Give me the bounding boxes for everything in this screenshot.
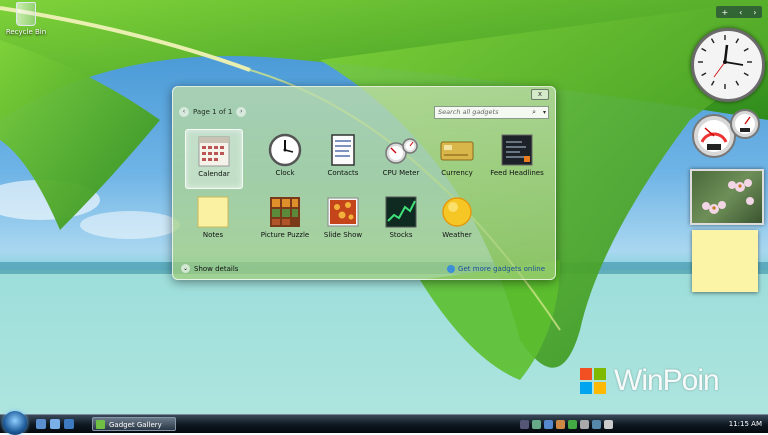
clock-icon [268, 133, 302, 167]
cpu-meter-icon [384, 133, 418, 167]
sidebar-controls: + ‹ › [716, 6, 762, 18]
recycle-bin-label: Recycle Bin [5, 28, 47, 36]
clock-face-icon [698, 35, 752, 89]
clock-gadget[interactable] [691, 28, 765, 102]
tray-icon[interactable] [520, 419, 529, 429]
page-indicator: Page 1 of 1 [193, 108, 233, 116]
gadget-notes[interactable]: Notes [185, 191, 241, 249]
flower-photo-icon [702, 179, 754, 214]
gadget-label: Calendar [198, 170, 230, 178]
previous-page-button[interactable]: ‹ [739, 8, 742, 17]
watermark-text: WinPoin [614, 364, 720, 397]
gallery-footer: ⌄ Show details Get more gadgets online [181, 264, 545, 273]
gadget-label: Notes [202, 231, 224, 239]
cpu-meter-gadget[interactable] [690, 108, 762, 160]
chevron-down-icon: ⌄ [181, 264, 190, 273]
gadget-label: Slide Show [323, 231, 363, 239]
gadget-cpu-meter[interactable]: CPU Meter [373, 129, 429, 187]
browser-icon[interactable] [64, 419, 74, 429]
contacts-icon [326, 133, 360, 167]
search-icon[interactable]: ⌕ [532, 107, 536, 118]
gadget-label: Stocks [389, 231, 413, 239]
weather-icon [440, 195, 474, 229]
calendar-icon [197, 134, 231, 168]
notes-icon [196, 195, 230, 229]
search-box[interactable]: Search all gadgets ⌕ ▾ [434, 105, 549, 119]
taskbar-item-gadget-gallery[interactable]: Gadget Gallery [92, 417, 176, 431]
recycle-bin-icon [16, 2, 36, 26]
gadget-feed-headlines[interactable]: Feed Headlines [489, 129, 545, 187]
volume-icon[interactable] [604, 419, 613, 429]
watermark: WinPoin [578, 364, 720, 398]
get-more-gadgets-link[interactable]: Get more gadgets online [447, 264, 545, 273]
gadget-label: Clock [275, 169, 295, 177]
gadget-gallery-window: x ‹ Page 1 of 1 › Search all gadgets ⌕ ▾ [172, 86, 556, 280]
gadget-weather[interactable]: Weather [429, 191, 485, 249]
gadget-grid: Calendar Clock Contacts CPU Meter Curren… [183, 129, 545, 249]
feed-headlines-icon [500, 133, 534, 167]
gadget-gallery-icon [96, 420, 105, 429]
gadget-calendar[interactable]: Calendar [185, 129, 243, 189]
gadget-label: CPU Meter [382, 169, 420, 177]
gadget-label: Currency [441, 169, 473, 177]
show-details-label: Show details [194, 264, 239, 273]
cpu-meter-icon [692, 109, 760, 158]
gadget-contacts[interactable]: Contacts [315, 129, 371, 187]
start-button[interactable] [3, 411, 27, 435]
gadget-picture-puzzle[interactable]: Picture Puzzle [257, 191, 313, 249]
get-more-label: Get more gadgets online [458, 264, 545, 273]
next-page-button[interactable]: › [753, 8, 756, 17]
windows-flag-icon [578, 366, 608, 396]
chevron-down-icon[interactable]: ▾ [543, 107, 546, 118]
stocks-icon [384, 195, 418, 229]
notes-gadget[interactable] [692, 230, 758, 292]
gadget-currency[interactable]: Currency [429, 129, 485, 187]
add-gadget-button[interactable]: + [721, 8, 728, 17]
gadget-label: Picture Puzzle [260, 231, 310, 239]
currency-icon [440, 133, 474, 167]
taskbar-item-label: Gadget Gallery [109, 421, 162, 429]
gadget-label: Contacts [327, 169, 359, 177]
gadget-label: Feed Headlines [490, 169, 544, 177]
tray-icon[interactable] [532, 419, 541, 429]
slide-show-gadget[interactable] [690, 169, 764, 225]
tray-icon[interactable] [580, 419, 589, 429]
taskbar: Gadget Gallery 11:15 AM [0, 411, 768, 435]
show-details-button[interactable]: ⌄ Show details [181, 264, 238, 273]
prev-page-button[interactable]: ‹ [179, 107, 189, 117]
search-input[interactable]: Search all gadgets [438, 108, 499, 116]
gadget-clock[interactable]: Clock [257, 129, 313, 187]
gadget-stocks[interactable]: Stocks [373, 191, 429, 249]
pager: ‹ Page 1 of 1 › [179, 107, 247, 117]
show-desktop-icon[interactable] [36, 419, 46, 429]
recycle-bin[interactable]: Recycle Bin [4, 2, 48, 36]
gadget-slide-show[interactable]: Slide Show [315, 191, 371, 249]
gallery-toolbar: ‹ Page 1 of 1 › Search all gadgets ⌕ ▾ [179, 105, 549, 119]
tray-icon[interactable] [568, 419, 577, 429]
tray-icon[interactable] [544, 419, 553, 429]
globe-icon [447, 264, 456, 273]
slide-show-icon [326, 195, 360, 229]
taskbar-clock[interactable]: 11:15 AM [729, 417, 762, 431]
switch-windows-icon[interactable] [50, 419, 60, 429]
system-tray [520, 417, 680, 431]
picture-puzzle-icon [268, 195, 302, 229]
network-icon[interactable] [592, 419, 601, 429]
close-button[interactable]: x [531, 89, 549, 100]
gadget-label: Weather [442, 231, 472, 239]
tray-icon[interactable] [556, 419, 565, 429]
next-page-button[interactable]: › [236, 107, 247, 117]
